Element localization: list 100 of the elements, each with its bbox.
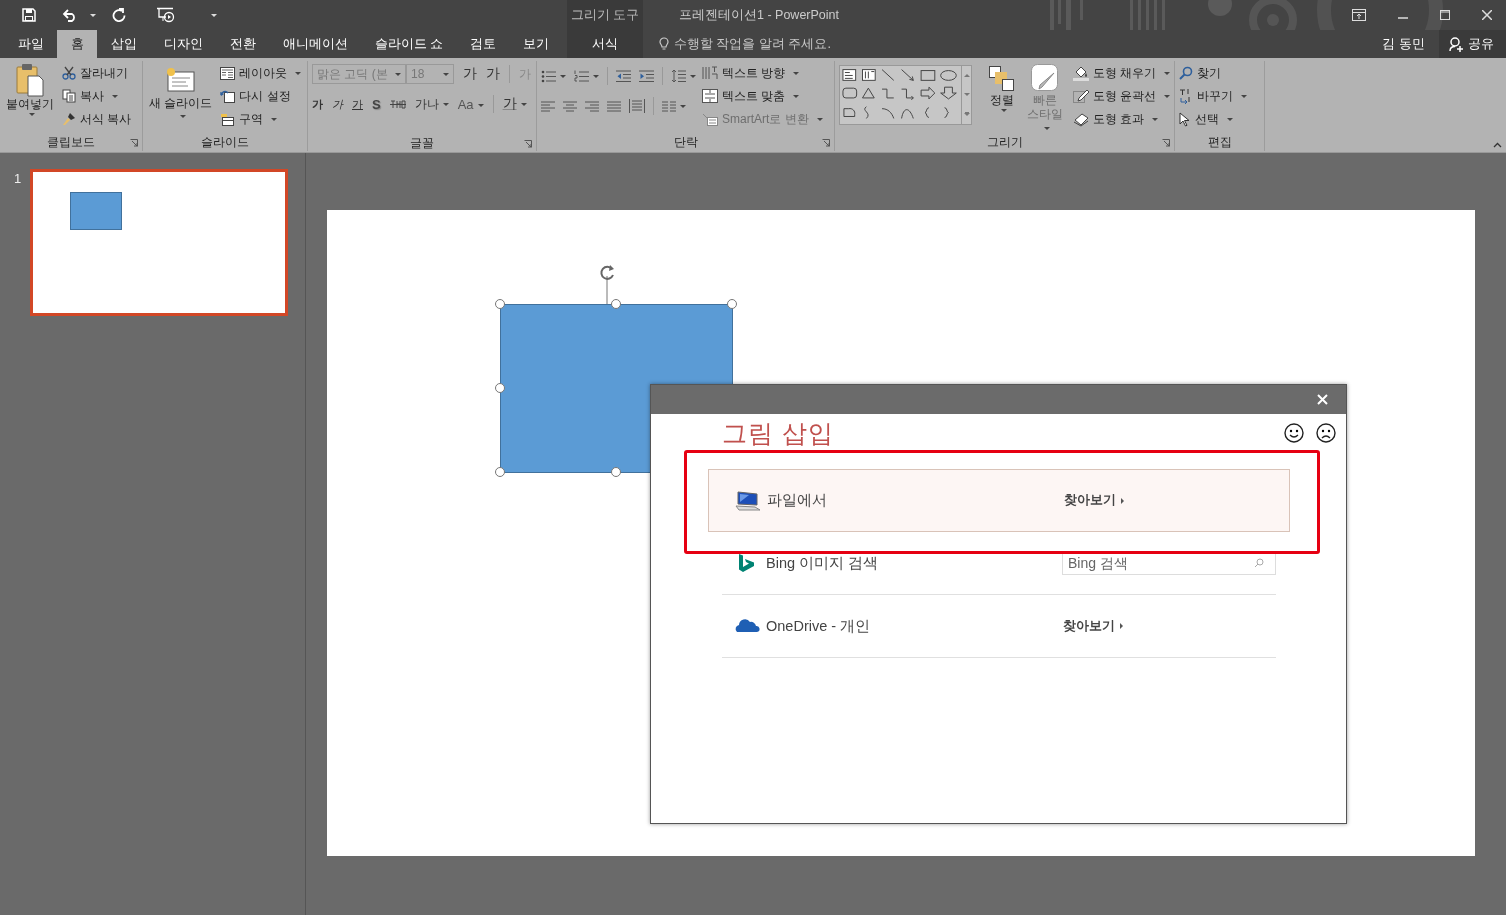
dialog-launcher-icon[interactable] xyxy=(1162,139,1170,147)
user-name[interactable]: 김 동민 xyxy=(1382,35,1425,53)
line-spacing-icon[interactable] xyxy=(671,69,686,83)
maximize-icon[interactable] xyxy=(1440,10,1450,20)
slide-number: 1 xyxy=(14,171,22,186)
scissors-icon xyxy=(62,66,76,80)
bold-button[interactable]: 가 xyxy=(312,96,323,112)
smile-icon[interactable] xyxy=(1284,423,1304,443)
find-button[interactable]: 찾기 xyxy=(1179,63,1247,83)
slide-canvas[interactable]: 그림 삽입 파일에서 찾아보기 Bing 이미지 검색 Bing 검색 OneDrive - 개인 찾아보기 xyxy=(327,210,1475,856)
format-painter-button[interactable]: 서식 복사 xyxy=(62,109,132,129)
caret-icon xyxy=(816,117,823,121)
paste-button[interactable]: 붙여넣기 xyxy=(4,61,56,118)
shape-effects-button[interactable]: 도형 효과 xyxy=(1072,109,1170,129)
window-title: 프레젠테이션1 - PowerPoint xyxy=(679,6,839,24)
group-label: 편집 xyxy=(1207,133,1232,151)
copy-button[interactable]: 복사 xyxy=(62,86,132,106)
frown-icon[interactable] xyxy=(1316,423,1336,443)
ribbon-tab[interactable]: 파일 xyxy=(4,30,57,58)
browse-link[interactable]: 찾아보기 xyxy=(1063,617,1123,635)
dialog-title: 그림 삽입 xyxy=(722,417,834,449)
dialog-launcher-icon[interactable] xyxy=(524,140,532,148)
pencil-icon xyxy=(1072,88,1089,104)
share-button[interactable]: 공유 xyxy=(1439,30,1506,58)
redo-icon[interactable] xyxy=(112,8,126,22)
caret-icon xyxy=(29,112,35,116)
ribbon-display-options-icon[interactable] xyxy=(1352,9,1366,21)
numbering-icon[interactable] xyxy=(574,69,589,83)
ribbon-tab[interactable]: 서식 xyxy=(567,30,643,58)
ribbon-tab[interactable]: 전환 xyxy=(216,30,269,58)
ribbon-tab[interactable]: 홈 xyxy=(57,30,97,58)
quick-styles-icon xyxy=(1030,63,1061,93)
replace-icon xyxy=(1179,88,1193,104)
caret-icon xyxy=(1001,108,1007,112)
source-name: OneDrive - 개인 xyxy=(766,616,872,636)
shape-outline-button[interactable]: 도형 윤곽선 xyxy=(1072,86,1170,106)
slide-thumbnail[interactable] xyxy=(30,169,289,316)
search-icon xyxy=(1179,66,1193,80)
ribbon-tab[interactable]: 검토 xyxy=(456,30,510,58)
caret-icon xyxy=(179,114,186,118)
picture-source-row[interactable]: OneDrive - 개인 찾아보기 xyxy=(722,595,1276,658)
new-slide-button[interactable]: 새 슬라이드 xyxy=(147,61,215,120)
caret-icon xyxy=(443,72,449,76)
browse-link[interactable]: 찾아보기 xyxy=(1064,492,1124,509)
caret-icon xyxy=(793,71,800,75)
reset-button[interactable]: 다시 설정 xyxy=(220,86,302,106)
clipboard-icon xyxy=(15,63,45,97)
shape-fill-button[interactable]: 도형 채우기 xyxy=(1072,63,1170,83)
picture-source-row[interactable]: Bing 이미지 검색 Bing 검색 xyxy=(722,532,1276,595)
ribbon-tab[interactable]: 디자인 xyxy=(150,30,216,58)
ribbon-tab[interactable]: 보기 xyxy=(509,30,563,58)
text-direction-button[interactable]: 텍스트 방향 xyxy=(702,63,823,83)
align-text-button[interactable]: 텍스트 맞춤 xyxy=(702,86,823,106)
ribbon-tab[interactable]: 애니메이션 xyxy=(269,30,361,58)
collapse-ribbon-icon[interactable] xyxy=(1493,142,1502,148)
computer-icon xyxy=(735,489,761,512)
gallery-scroll-buttons[interactable] xyxy=(961,66,971,124)
slideshow-icon[interactable] xyxy=(156,7,176,23)
close-icon[interactable] xyxy=(1482,10,1492,20)
caret-icon xyxy=(1164,71,1170,75)
bullets-icon[interactable] xyxy=(541,69,556,83)
reset-slide-icon xyxy=(220,89,236,103)
caret-icon[interactable] xyxy=(90,14,96,17)
layout-button[interactable]: 레이아웃 xyxy=(220,63,302,83)
character-spacing-button[interactable]: 가나 xyxy=(414,95,449,113)
undo-icon[interactable] xyxy=(62,8,78,22)
source-name: 파일에서 xyxy=(767,491,828,510)
caret-icon xyxy=(520,102,527,106)
ribbon-tab[interactable]: 삽입 xyxy=(97,30,150,58)
distributed-icon[interactable] xyxy=(629,99,645,113)
change-case-button[interactable]: Aa xyxy=(457,96,484,112)
increase-indent-icon[interactable] xyxy=(639,70,654,82)
save-icon[interactable] xyxy=(22,8,36,22)
search-icon xyxy=(1254,558,1264,568)
shadow-button[interactable]: S xyxy=(372,96,381,112)
ribbon-tab[interactable]: 슬라이드 쇼 xyxy=(361,30,457,58)
select-button[interactable]: 선택 xyxy=(1179,109,1247,129)
strikethrough-icon[interactable] xyxy=(389,99,406,109)
caret-icon xyxy=(560,74,566,78)
brush-icon xyxy=(62,112,76,126)
shrink-font-button[interactable]: 가 xyxy=(486,65,500,83)
cut-button[interactable]: 잘라내기 xyxy=(62,63,132,83)
arrow-right-icon xyxy=(1120,623,1123,629)
grow-font-button[interactable]: 가 xyxy=(463,65,477,83)
arrange-button[interactable]: 정렬 xyxy=(986,61,1018,114)
italic-button[interactable]: 가 xyxy=(332,96,343,112)
underline-button[interactable]: 가 xyxy=(352,96,363,112)
tell-me-field[interactable]: 수행할 작업을 알려 주세요. xyxy=(674,37,864,51)
decrease-indent-icon[interactable] xyxy=(616,70,631,82)
customize-caret-icon[interactable] xyxy=(211,14,217,17)
person-add-icon xyxy=(1449,36,1464,52)
group-label: 클립보드 xyxy=(47,133,95,151)
picture-source-row[interactable]: 파일에서 찾아보기 xyxy=(708,469,1290,532)
shapes-gallery[interactable] xyxy=(839,65,972,125)
font-color-button[interactable]: 가 xyxy=(502,95,527,113)
replace-button[interactable]: 바꾸기 xyxy=(1179,86,1247,106)
dialog-launcher-icon[interactable] xyxy=(822,139,830,147)
shape-effects-icon xyxy=(1072,111,1089,127)
dialog-launcher-icon[interactable] xyxy=(130,139,138,147)
section-button[interactable]: 구역 xyxy=(220,109,302,129)
